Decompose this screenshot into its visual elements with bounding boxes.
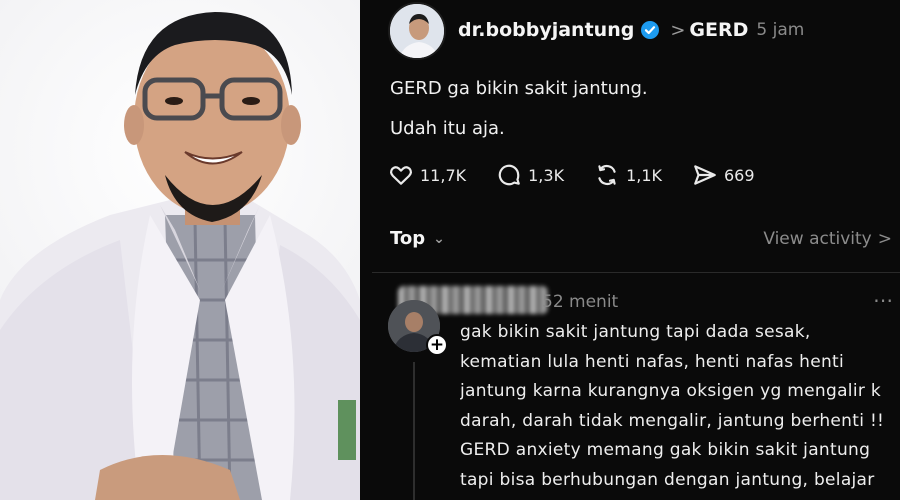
chevron-right-icon: > [877,229,892,249]
repost-button[interactable]: 1,1K [594,162,662,188]
share-button[interactable]: 669 [692,162,755,188]
doctor-illustration [0,12,360,500]
post-topic-tag[interactable]: GERD [689,19,748,41]
reply-text-line: gak bikin sakit jantung tapi dada sesak, [460,322,811,342]
follow-plus-button[interactable]: + [426,334,448,356]
comment-icon [498,164,520,186]
sort-dropdown[interactable]: Top ⌄ [390,228,445,249]
reply-text-line: kematian lula henti nafas, henti nafas h… [460,351,845,372]
heart-icon [390,166,412,185]
like-button[interactable]: 11,7K [388,162,466,188]
view-activity-link[interactable]: View activity > [763,229,892,249]
divider [372,272,900,273]
reply-count: 1,3K [528,165,565,185]
chevron-right-icon: > [670,19,686,41]
reply-timestamp: 52 menit [542,292,619,312]
reply-text: gak bikin sakit jantung tapi dada sesak,… [460,318,900,495]
post-timestamp: 5 jam [756,20,805,40]
doctor-photo [0,0,360,500]
author-avatar-image [390,4,444,58]
share-count: 669 [724,165,755,185]
verified-badge-icon [641,21,660,39]
share-icon [694,165,716,185]
post-text-line: GERD ga bikin sakit jantung. [390,78,648,99]
repost-icon [598,164,616,186]
threads-post: dr.bobbyjantung > GERD 5 jam GERD ga bik… [360,0,900,500]
chevron-down-icon: ⌄ [433,230,445,247]
author-username[interactable]: dr.bobbyjantung [458,19,634,41]
reply-button[interactable]: 1,3K [496,162,564,188]
reply-text-line: GERD anxiety memang gak bikin sakit jant… [460,440,871,460]
post-actions: 11,7K 1,3K 1,1K 669 [388,162,785,188]
more-options-icon[interactable]: ⋯ [873,288,894,312]
sort-label: Top [390,228,426,249]
author-avatar[interactable] [388,2,446,60]
like-count: 11,7K [420,165,467,185]
post-text-line: Udah itu aja. [390,118,505,139]
view-activity-label: View activity [763,229,872,249]
post-header: dr.bobbyjantung > GERD 5 jam [458,16,804,44]
reply-text-line: tapi bisa berhubungan dengan jantung, be… [460,469,875,490]
thread-line [413,362,415,500]
repost-count: 1,1K [626,165,662,185]
reply-text-line: jantung karna kurangnya oksigen yg menga… [460,381,881,401]
reply-text-line: darah, darah tidak mengalir, jantung ber… [460,410,885,431]
